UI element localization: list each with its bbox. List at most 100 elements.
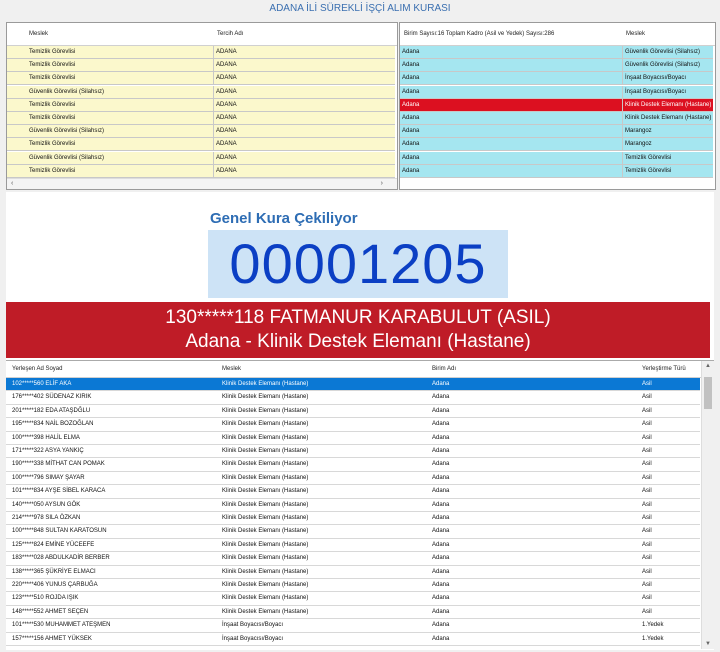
table-row[interactable]: 214*****978 SILA ÖZKAN Klinik Destek Elem… (6, 512, 700, 526)
cell-ad-soyad: 138*****365 ŞÜKRİYE ELMACI (12, 568, 96, 575)
table-row[interactable]: 195*****834 NAİL BOZOĞLAN Klinik Destek E… (6, 418, 700, 432)
table-row[interactable]: 100*****848 SULTAN KARATOSUN Klinik Deste… (6, 525, 700, 539)
cell-meslek: Klinik Destek Elemanı (Hastane) (622, 112, 713, 124)
cell-yerlestirme-turu: Asil (642, 555, 652, 562)
table-row[interactable]: Adana Güvenlik Görevlisi (Silahsız) (400, 59, 713, 73)
table-row[interactable]: Adana İnşaat Boyacısı/Boyacı (400, 85, 713, 99)
cell-birim-adi: Adana (432, 474, 450, 481)
winner-banner: 130*****118 FATMANUR KARABULUT (ASIL) Ad… (6, 302, 710, 358)
table-row[interactable]: Temizlik Görevlisi ADANA (7, 138, 395, 152)
scroll-up-icon[interactable]: ▲ (702, 363, 714, 369)
table-row[interactable]: Temizlik Görevlisi ADANA (7, 112, 395, 125)
cell-yerlestirme-turu: Asil (642, 421, 652, 428)
table-row[interactable]: Temizlik Görevlisi ADANA (7, 164, 395, 178)
results-table-header: Yerleşen Ad Soyad Meslek Birim Adı Yerle… (6, 361, 714, 378)
cell-yerlestirme-turu: Asil (642, 541, 652, 548)
column-header-birim-adi[interactable]: Birim Adı (432, 361, 456, 377)
table-row[interactable]: Adana Temizlik Görevlisi (400, 164, 713, 178)
column-header-ad-soyad[interactable]: Yerleşen Ad Soyad (12, 361, 62, 377)
table-row[interactable]: Temizlik Görevlisi ADANA (7, 59, 395, 73)
table-row[interactable]: Adana Temizlik Görevlisi (400, 151, 713, 165)
cell-meslek: Temizlik Görevlisi (29, 49, 76, 55)
cell-ad-soyad: 195*****834 NAİL BOZOĞLAN (12, 421, 94, 428)
cell-yerlestirme-turu: Asil (642, 407, 652, 414)
table-row[interactable]: 220*****406 YUNUS ÇARBUĞA Klinik Destek E… (6, 579, 700, 593)
table-row[interactable]: Güvenlik Görevlisi (Silahsız) ADANA (7, 125, 395, 139)
table-row[interactable]: 171*****322 ASYA YANKIÇ Klinik Destek Ele… (6, 445, 700, 459)
column-header-birim-sayisi[interactable]: Birim Sayısı:16 Toplam Kadro (Asil ve Ye… (404, 23, 554, 45)
cell-yerlestirme-turu: Asil (642, 394, 652, 401)
cell-yerlestirme-turu: Asil (642, 608, 652, 615)
table-row[interactable]: 138*****365 ŞÜKRİYE ELMACI Klinik Destek … (6, 566, 700, 579)
table-row[interactable]: Adana Marangoz (400, 138, 713, 152)
table-row[interactable]: 201*****182 EDA ATAŞDĞLU Klinik Destek El… (6, 405, 700, 419)
cell-ad-soyad: 183*****028 ABDULKADİR BERBER (12, 555, 110, 562)
cell-meslek: İnşaat Boyacısı/Boyacı (622, 72, 713, 85)
column-header-meslek[interactable]: Meslek (626, 23, 645, 45)
table-row[interactable]: 183*****028 ABDULKADİR BERBER Klinik Dest… (6, 552, 700, 566)
results-table[interactable]: Yerleşen Ad Soyad Meslek Birim Adı Yerle… (6, 360, 714, 649)
cell-meslek: Güvenlik Görevlisi (Silahsız) (29, 88, 105, 95)
column-header-meslek[interactable]: Meslek (29, 23, 48, 45)
horizontal-scrollbar[interactable]: ‹ › (7, 178, 397, 189)
cell-meslek: Temizlik Görevlisi (29, 62, 76, 69)
cell-meslek: İnşaat Boyacısı/Boyacı (222, 635, 284, 642)
table-row[interactable]: 125*****824 EMİNE YÜCEEFE Klinik Destek E… (6, 539, 700, 553)
units-table[interactable]: Birim Sayısı:16 Toplam Kadro (Asil ve Ye… (399, 22, 716, 190)
table-row[interactable]: 157*****156 AHMET YÜKSEK İnşaat Boyacısı/… (6, 633, 700, 646)
table-row[interactable]: Adana İnşaat Boyacısı/Boyacı (400, 72, 713, 86)
table-row[interactable]: 176*****402 SÜDENAZ KIRIK Klinik Destek E… (6, 391, 700, 405)
cell-ad-soyad: 100*****796 SIMAY ŞAYAR (12, 474, 85, 481)
cell-ad-soyad: 101*****834 AYŞE SİBEL KARACA (12, 488, 106, 495)
table-row[interactable]: 140*****050 AYSUN GÖK Klinik Destek Elema… (6, 499, 700, 512)
vertical-scrollbar[interactable]: ▲ ▼ (701, 361, 714, 649)
cell-birim: Adana (402, 115, 420, 121)
cell-meslek: Klinik Destek Elemanı (Hastane) (222, 474, 309, 481)
cell-ad-soyad: 157*****156 AHMET YÜKSEK (12, 635, 92, 642)
cell-yerlestirme-turu: Asil (642, 595, 652, 602)
draw-number: 00001205 (208, 230, 508, 298)
scroll-right-icon[interactable]: › (381, 179, 383, 189)
scroll-left-icon[interactable]: ‹ (11, 179, 13, 189)
table-row[interactable]: Temizlik Görevlisi ADANA (7, 46, 395, 59)
table-row[interactable]: Temizlik Görevlisi ADANA (7, 98, 395, 112)
table-row[interactable]: 190*****338 MİTHAT CAN POMAK Klinik Deste… (6, 458, 700, 472)
draw-status-label: Genel Kura Çekiliyor (210, 210, 358, 227)
cell-birim: Adana (402, 128, 420, 135)
cell-birim-adi: Adana (432, 407, 450, 414)
table-row-selected[interactable]: Adana Klinik Destek Elemanı (Hastane) (400, 98, 713, 112)
cell-tercih-adi: ADANA (213, 59, 395, 72)
cell-meslek: Klinik Destek Elemanı (Hastane) (222, 555, 309, 562)
table-row[interactable]: Temizlik Görevlisi ADANA (7, 72, 395, 86)
cell-birim-adi: Adana (432, 555, 450, 562)
table-row[interactable]: Adana Güvenlik Görevlisi (Silahsız) (400, 46, 713, 59)
table-row[interactable]: 101*****834 AYŞE SİBEL KARACA Klinik Dest… (6, 485, 700, 499)
cell-ad-soyad: 176*****402 SÜDENAZ KIRIK (12, 394, 92, 401)
table-row[interactable]: Güvenlik Görevlisi (Silahsız) ADANA (7, 85, 395, 99)
column-header-meslek[interactable]: Meslek (222, 361, 241, 377)
column-header-tercih-adi[interactable]: Tercih Adı (217, 23, 243, 45)
column-header-yerlestirme-turu[interactable]: Yerleştirme Türü (642, 361, 686, 377)
table-row[interactable]: Adana Marangoz (400, 125, 713, 139)
table-row[interactable]: 100*****796 SIMAY ŞAYAR Klinik Destek Ele… (6, 472, 700, 486)
table-row[interactable]: 148*****552 AHMET SEÇEN Klinik Destek Ele… (6, 606, 700, 620)
table-row[interactable]: Güvenlik Görevlisi (Silahsız) ADANA (7, 151, 395, 165)
preferences-table[interactable]: Meslek Tercih Adı Temizlik Görevlisi ADAN… (6, 22, 398, 190)
table-row[interactable]: 123*****510 ROJDA IŞIK Klinik Destek Elem… (6, 592, 700, 606)
cell-yerlestirme-turu: Asil (642, 582, 652, 588)
cell-birim: Adana (402, 167, 420, 174)
scrollbar-thumb[interactable] (704, 377, 712, 409)
cell-birim-adi: Adana (432, 381, 450, 387)
scroll-down-icon[interactable]: ▼ (702, 641, 714, 647)
table-row-selected[interactable]: 102*****560 ELİF AKA Klinik Destek Eleman… (6, 378, 700, 392)
table-row[interactable]: 100*****398 HALİL ELMA Klinik Destek Elem… (6, 432, 700, 445)
cell-meslek: Klinik Destek Elemanı (Hastane) (222, 608, 309, 615)
cell-tercih-adi: ADANA (213, 72, 395, 85)
cell-yerlestirme-turu: Asil (642, 515, 652, 521)
cell-ad-soyad: 140*****050 AYSUN GÖK (12, 501, 81, 508)
table-row[interactable]: 101*****530 MUHAMMET ATEŞMEN İnşaat Boyac… (6, 619, 700, 633)
cell-yerlestirme-turu: Asil (642, 501, 652, 508)
cell-ad-soyad: 123*****510 ROJDA IŞIK (12, 595, 79, 602)
cell-yerlestirme-turu: Asil (642, 448, 652, 454)
table-row[interactable]: Adana Klinik Destek Elemanı (Hastane) (400, 112, 713, 125)
